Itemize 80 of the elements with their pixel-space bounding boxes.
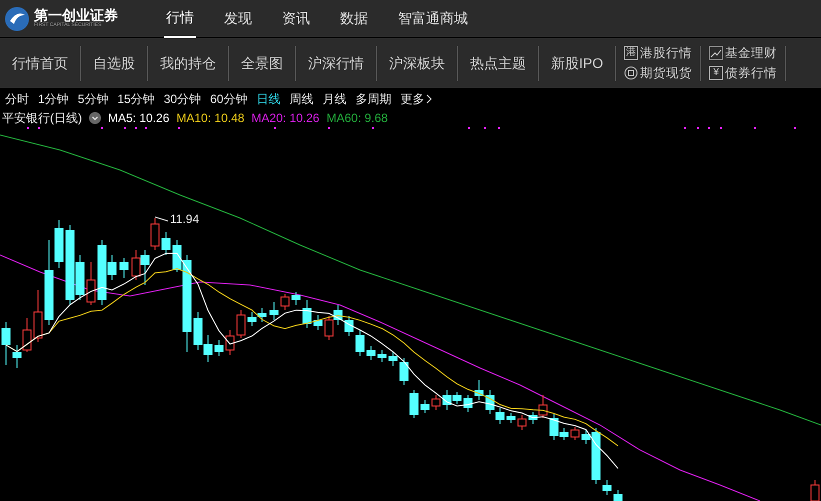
leader-line bbox=[154, 216, 168, 222]
nav-tab[interactable]: 数据 bbox=[338, 0, 370, 38]
high-price-label: 11.94 bbox=[170, 213, 200, 225]
candlestick bbox=[602, 480, 612, 496]
moving-average-value: MA5: 10.26 bbox=[108, 110, 170, 126]
candlestick bbox=[518, 414, 526, 430]
toolbar-tab[interactable]: 沪深板块 bbox=[377, 38, 457, 88]
shortcut-link[interactable]: ¥ 债券行情 bbox=[709, 66, 778, 80]
candlestick bbox=[614, 490, 622, 501]
candlestick bbox=[400, 358, 408, 386]
candlestick bbox=[388, 352, 398, 366]
candlestick bbox=[378, 350, 386, 362]
candlestick bbox=[506, 412, 516, 424]
moving-average-value: MA60: 9.68 bbox=[326, 110, 388, 126]
period-tab[interactable]: 15分钟 bbox=[117, 92, 155, 104]
candlestick bbox=[140, 250, 150, 286]
glyph-icon: 港 bbox=[624, 46, 638, 60]
period-tab[interactable]: 60分钟 bbox=[210, 92, 248, 104]
circle-icon bbox=[624, 66, 638, 80]
moving-average-value: MA20: 10.26 bbox=[251, 110, 320, 126]
toolbar-tab[interactable]: 全景图 bbox=[229, 38, 295, 88]
candlestick bbox=[162, 232, 170, 256]
chevron-right-icon bbox=[426, 94, 432, 104]
period-tab[interactable]: 日线 bbox=[256, 92, 280, 104]
candlestick bbox=[410, 390, 418, 418]
period-tab[interactable]: 分时 bbox=[5, 92, 29, 104]
candlestick bbox=[314, 314, 322, 330]
candlestick bbox=[570, 426, 580, 440]
candlestick bbox=[334, 304, 342, 326]
nav-tab[interactable]: 智富通商城 bbox=[396, 0, 470, 38]
dropdown-icon[interactable] bbox=[89, 112, 101, 124]
candlestick bbox=[34, 290, 42, 342]
logo-name: 第一创业证券 bbox=[34, 9, 118, 23]
nav-tab[interactable]: 资讯 bbox=[280, 0, 312, 38]
candlestick bbox=[366, 346, 376, 360]
toolbar-tab[interactable]: 行情首页 bbox=[0, 38, 80, 88]
candlestick bbox=[86, 262, 96, 306]
candlestick bbox=[194, 312, 202, 350]
candlestick bbox=[248, 312, 256, 326]
candlestick bbox=[132, 250, 140, 280]
candlestick bbox=[292, 292, 300, 306]
candlestick bbox=[236, 310, 246, 338]
candlestick bbox=[204, 334, 212, 362]
period-tab[interactable]: 多周期 bbox=[355, 92, 392, 104]
period-tab[interactable]: 30分钟 bbox=[164, 92, 202, 104]
nav-tab[interactable]: 发现 bbox=[222, 0, 254, 38]
candlestick bbox=[270, 302, 278, 320]
candlestick bbox=[464, 394, 472, 412]
shortcut-link[interactable]: 港 港股行情 bbox=[624, 46, 692, 60]
candlestick bbox=[280, 294, 290, 310]
moving-average-value: MA10: 10.48 bbox=[176, 110, 244, 126]
shortcut-link[interactable]: 基金理财 bbox=[709, 46, 778, 60]
candlestick bbox=[258, 308, 266, 322]
candlestick bbox=[226, 330, 234, 356]
toolbar-tab[interactable]: 热点主题 bbox=[458, 38, 538, 88]
candlestick bbox=[420, 400, 430, 414]
logo-icon bbox=[4, 6, 30, 32]
trend-icon bbox=[709, 46, 724, 60]
stock-title: 平安银行(日线) bbox=[2, 110, 82, 126]
candlestick bbox=[120, 258, 128, 278]
candlestick bbox=[474, 380, 484, 400]
candlestick bbox=[150, 218, 160, 250]
period-tab[interactable]: 周线 bbox=[289, 92, 314, 104]
glyph-icon: ¥ bbox=[709, 66, 724, 80]
toolbar-tab[interactable]: 自选股 bbox=[81, 38, 147, 88]
candlestick bbox=[2, 322, 10, 366]
period-tab[interactable]: 月线 bbox=[322, 92, 346, 104]
candlestick bbox=[344, 316, 354, 336]
candlestick bbox=[432, 394, 440, 410]
toolbar-tab[interactable]: 新股IPO bbox=[539, 38, 616, 88]
toolbar-tab[interactable]: 我的持仓 bbox=[148, 38, 228, 88]
toolbar-tab[interactable]: 沪深行情 bbox=[296, 38, 376, 88]
candlestick bbox=[356, 330, 364, 356]
period-tab[interactable]: 5分钟 bbox=[78, 92, 108, 104]
candlestick bbox=[324, 316, 334, 340]
candlestick bbox=[214, 340, 224, 356]
period-tab[interactable]: 更多 bbox=[400, 92, 432, 104]
period-tab[interactable]: 1分钟 bbox=[38, 92, 69, 104]
shortcut-link[interactable]: 期货现货 bbox=[624, 66, 692, 80]
candlestick bbox=[302, 300, 312, 328]
